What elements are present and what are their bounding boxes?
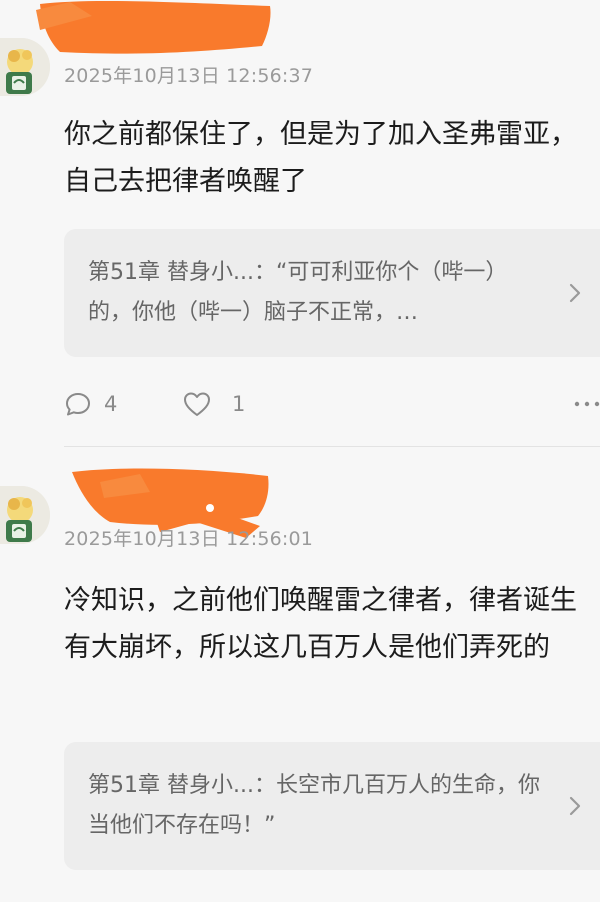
like-count: 1: [232, 392, 246, 416]
reply-count: 4: [104, 392, 118, 416]
more-button[interactable]: [574, 384, 600, 424]
comment-icon: [66, 393, 90, 416]
chevron-right-icon: [569, 283, 581, 303]
heart-icon: [184, 392, 210, 416]
comment-text: 你之前都保住了，但是为了加入圣弗雷亚，自己去把律者唤醒了: [64, 119, 577, 197]
quoted-chapter-text: 第51章 替身小...：“可可利亚你个（哔一）的，你他（哔一）脑子不正常，…: [88, 260, 508, 325]
comment-text: 冷知识，之前他们唤醒雷之律者，律者诞生有大崩坏，所以这几百万人是他们弄死的: [64, 585, 577, 663]
divider: [64, 446, 600, 447]
comment-item: 2025年10月13日 12:56:01 冷知识，之前他们唤醒雷之律者，律者诞生…: [0, 450, 600, 902]
quoted-chapter-card[interactable]: 第51章 替身小...：“可可利亚你个（哔一）的，你他（哔一）脑子不正常，…: [64, 229, 600, 357]
comment-timestamp: 2025年10月13日 12:56:01: [64, 528, 314, 550]
comment-actions: 4 1: [64, 384, 600, 424]
chevron-right-icon: [569, 796, 581, 816]
quoted-chapter-card[interactable]: 第51章 替身小...：长空市几百万人的生命，你当他们不存在吗！”: [64, 742, 600, 870]
more-icon: [574, 401, 600, 407]
quoted-chapter-text: 第51章 替身小...：长空市几百万人的生命，你当他们不存在吗！”: [88, 773, 540, 838]
redacted-username: [36, 0, 271, 54]
comment-timestamp: 2025年10月13日 12:56:37: [64, 65, 314, 87]
like-button[interactable]: 1: [182, 384, 245, 424]
reply-button[interactable]: 4: [64, 384, 117, 424]
comment-item: 2025年10月13日 12:56:37 你之前都保住了，但是为了加入圣弗雷亚，…: [0, 0, 600, 450]
